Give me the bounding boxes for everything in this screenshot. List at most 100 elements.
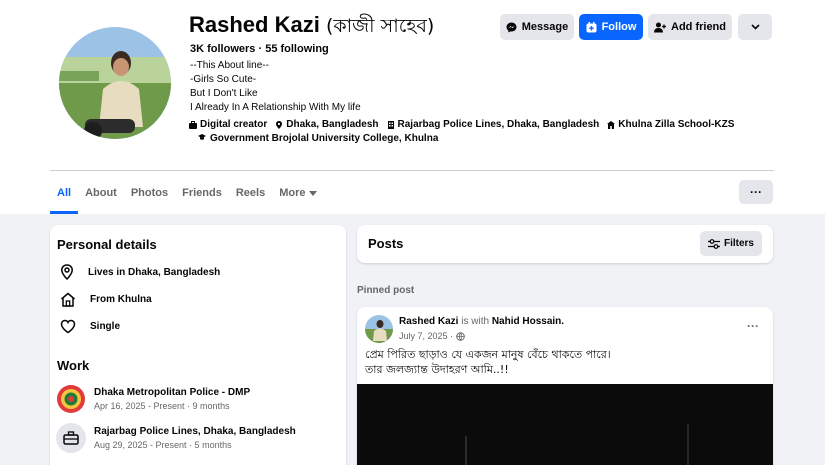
detail-relationship: Single [60,319,120,334]
work-item-title[interactable]: Dhaka Metropolitan Police - DMP [94,387,250,398]
meta-school: Khulna Zilla School-KZS [607,119,734,130]
police-badge-icon [57,385,85,413]
briefcase-icon [63,431,79,445]
globe-icon [456,331,465,341]
work-item[interactable]: Dhaka Metropolitan Police - DMP Apr 16, … [56,384,250,414]
home-icon [61,292,75,307]
post-text: প্রেম পিরিত ছাড়াও যে একজন মানুষ বেঁচে থ… [365,347,611,377]
work-title: Work [57,358,90,373]
follow-button-label: Follow [601,21,637,33]
post-meta: July 7, 2025 · [399,331,465,341]
profile-avatar[interactable] [56,24,174,142]
follow-counts: 3K followers · 55 following [190,43,329,55]
tabs-more-menu-dots: ··· [750,185,762,199]
dmp-logo [56,384,86,414]
meta-workplace-text[interactable]: Rajarbag Police Lines, Dhaka, Bangladesh [398,119,600,130]
personal-details-title: Personal details [57,237,157,252]
detail-lives-in: Lives in Dhaka, Bangladesh [60,264,220,280]
pinned-post: Rashed Kazi is with Nahid Hossain. July … [357,307,773,465]
posts-title: Posts [368,236,404,251]
profile-header: Rashed Kazi (কাজী সাহেব) 3K followers · … [0,0,825,214]
header-divider [50,170,774,171]
post-author-name[interactable]: Rashed Kazi [399,316,458,327]
meta-college-text[interactable]: Government Brojolal University College, … [210,133,438,144]
graduation-cap-icon [198,134,206,140]
profile-name-alt: (কাজী সাহেব) [325,15,435,37]
post-date[interactable]: July 7, 2025 · [399,331,453,341]
filters-button-label: Filters [723,238,754,249]
profile-bio: --This About line-- -Girls So Cute- But … [190,59,361,115]
meta-location: Dhaka, Bangladesh [275,119,379,130]
work-item[interactable]: Rajarbag Police Lines, Dhaka, Bangladesh… [56,423,296,453]
tab-photos-label: Photos [130,187,169,199]
bio-line: But I Don't Like [190,88,258,99]
filters-icon [707,238,720,249]
tab-all[interactable]: All [50,172,79,214]
work-item-dates: Apr 16, 2025 - Present · 9 months [94,401,230,411]
post-author-line: Rashed Kazi is with Nahid Hossain. [399,316,564,327]
location-pin-icon [61,264,73,280]
meta-category: Digital creator [189,119,267,130]
caret-down-icon [309,190,318,196]
tab-more[interactable]: More [272,172,324,214]
add-friend-button[interactable]: Add friend [648,14,732,40]
meta-category-text: Digital creator [200,119,268,130]
bio-line: -Girls So Cute- [190,74,257,85]
tab-all-label: All [57,187,72,199]
meta-school-text[interactable]: Khulna Zilla School-KZS [618,119,734,130]
bio-line: I Already In A Relationship With My life [190,102,361,113]
tab-friends[interactable]: Friends [175,172,229,214]
tabs-more-menu-button[interactable]: ··· [739,180,773,204]
work-item-dates: Aug 29, 2025 - Present · 5 months [94,440,232,450]
profile-tabs: All About Photos Friends Reels More [50,172,324,214]
message-button-label: Message [521,21,569,33]
filters-button[interactable]: Filters [700,231,762,256]
tab-photos[interactable]: Photos [124,172,175,214]
work-item-title[interactable]: Rajarbag Police Lines, Dhaka, Bangladesh [94,426,296,437]
post-author-avatar[interactable] [365,315,393,343]
school-icon [607,120,616,129]
post-with-text: is with [461,316,490,327]
tab-reels[interactable]: Reels [229,172,272,214]
follow-icon [586,21,597,32]
tab-reels-label: Reels [235,187,266,199]
briefcase-icon [189,120,197,129]
post-options-button[interactable]: ··· [747,319,759,333]
followers-count[interactable]: 3K followers [190,43,255,55]
follow-button[interactable]: Follow [579,14,643,40]
profile-meta-college: Government Brojolal University College, … [198,133,438,144]
location-pin-icon [276,120,283,129]
more-actions-button[interactable] [738,14,772,40]
chevron-down-icon [750,24,760,30]
work-item-text: Dhaka Metropolitan Police - DMP Apr 16, … [94,384,250,411]
messenger-icon [506,22,517,32]
meta-location-text[interactable]: Dhaka, Bangladesh [286,119,378,130]
tab-friends-label: Friends [182,187,222,199]
detail-lives-in-text: Lives in Dhaka, Bangladesh [88,266,221,278]
profile-name: Rashed Kazi (কাজী সাহেব) [189,12,434,44]
posts-header-card: Posts Filters [357,225,773,263]
profile-name-main: Rashed Kazi [189,12,320,37]
add-friend-icon [654,22,666,32]
message-button[interactable]: Message [500,14,574,40]
post-text-line: তার জলজ্যান্ত উদাহরণ আমি..!! [365,363,509,376]
building-icon [387,120,394,129]
following-count[interactable]: 55 following [265,43,329,55]
add-friend-button-label: Add friend [671,21,726,33]
pinned-post-label: Pinned post [357,285,415,296]
bio-line: --This About line-- [190,60,269,71]
post-text-line: প্রেম পিরিত ছাড়াও যে একজন মানুষ বেঁচে থ… [365,348,611,361]
detail-from: From Khulna [60,292,152,307]
post-media[interactable] [357,384,773,465]
heart-icon [60,319,76,334]
post-options-dots: ··· [747,319,759,333]
post-photo [357,384,773,465]
work-placeholder-icon [56,423,86,453]
meta-workplace: Rajarbag Police Lines, Dhaka, Bangladesh [387,119,600,130]
post-tagged-name[interactable]: Nahid Hossain. [492,316,564,327]
work-item-text: Rajarbag Police Lines, Dhaka, Bangladesh… [94,423,296,450]
tab-about-label: About [85,187,117,199]
detail-relationship-text: Single [90,321,121,332]
tab-about[interactable]: About [78,172,124,214]
tab-more-label: More [279,187,306,199]
